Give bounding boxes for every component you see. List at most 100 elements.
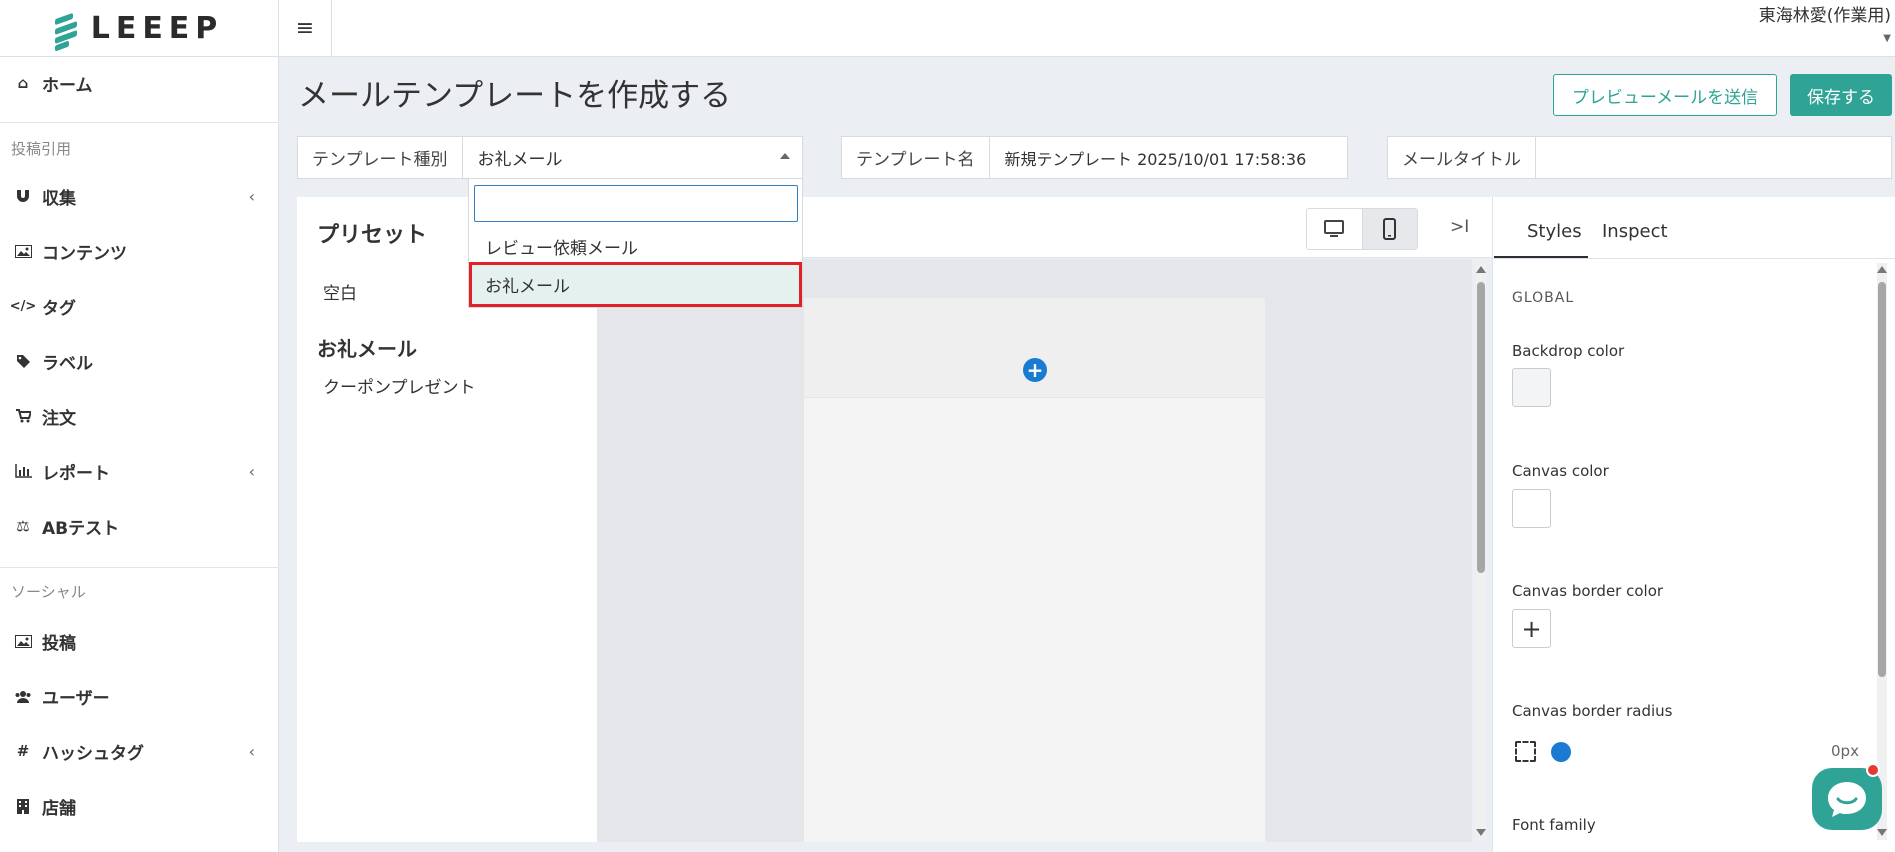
mobile-view-button[interactable]	[1361, 209, 1417, 249]
tag-icon	[12, 354, 34, 369]
image-icon	[12, 634, 34, 648]
template-name-label: テンプレート名	[842, 137, 990, 178]
template-name-input[interactable]: 新規テンプレート 2025/10/01 17:58:36	[990, 137, 1348, 178]
tab-inspect[interactable]: Inspect	[1602, 221, 1668, 242]
user-menu-caret-icon[interactable]: ▼	[1883, 33, 1891, 44]
sidebar-item-label: コンテンツ	[42, 243, 127, 264]
sidebar-item-label: 店舗	[42, 798, 76, 819]
sidebar-item-label: 収集	[42, 188, 76, 209]
mail-title-field: メールタイトル	[1387, 136, 1892, 179]
backdrop-color-swatch[interactable]	[1512, 368, 1551, 407]
mail-title-label: メールタイトル	[1388, 137, 1536, 178]
logo-text: LEEEP	[90, 11, 224, 46]
sidebar-item-label: 注文	[42, 408, 76, 429]
bar-chart-icon	[12, 464, 34, 478]
home-icon: ⌂	[17, 74, 29, 92]
building-icon	[12, 798, 34, 814]
sidebar-item-home[interactable]: ⌂ ホーム	[0, 63, 279, 103]
page-title: メールテンプレートを作成する	[298, 78, 732, 114]
cart-icon	[12, 409, 34, 423]
template-type-label: テンプレート種別	[298, 137, 463, 178]
sidebar-item-users[interactable]: ユーザー	[0, 676, 279, 716]
canvas-color-swatch[interactable]	[1512, 489, 1551, 528]
dropdown-option-thanks[interactable]: お礼メール	[469, 262, 802, 307]
device-toggle	[1306, 208, 1418, 250]
users-icon	[12, 690, 34, 703]
scroll-up-icon[interactable]	[1476, 266, 1486, 273]
global-section-label: GLOBAL	[1512, 290, 1575, 306]
template-type-field: テンプレート種別 お礼メール	[297, 136, 803, 179]
chevron-left-icon: ‹	[248, 461, 255, 481]
scroll-down-icon[interactable]	[1877, 829, 1887, 836]
scroll-down-icon[interactable]	[1476, 829, 1486, 836]
logo[interactable]: LEEEP	[0, 0, 279, 57]
dropdown-option-review[interactable]: レビュー依頼メール	[469, 226, 802, 266]
template-type-dropdown: レビュー依頼メール お礼メール	[468, 178, 803, 308]
tab-styles[interactable]: Styles	[1527, 221, 1582, 242]
logo-mark-icon	[54, 10, 81, 52]
add-border-color-button[interactable]: +	[1512, 609, 1551, 648]
caret-up-icon[interactable]	[780, 153, 790, 159]
sidebar-item-orders[interactable]: 注文	[0, 396, 279, 436]
backdrop-color-label: Backdrop color	[1512, 342, 1625, 360]
scroll-up-icon[interactable]	[1877, 266, 1887, 273]
canvas-border-color-label: Canvas border color	[1512, 582, 1664, 600]
mail-title-input[interactable]	[1536, 137, 1891, 178]
balance-scale-icon: ⚖	[16, 517, 30, 535]
top-bar: LEEEP ≡ 東海林愛(作業用) ▼	[0, 0, 1895, 57]
preset-item-coupon[interactable]: クーポンプレゼント	[323, 373, 476, 398]
desktop-view-button[interactable]	[1307, 209, 1362, 249]
border-radius-slider[interactable]	[1560, 751, 1796, 753]
border-radius-slider-knob[interactable]	[1551, 742, 1571, 762]
sidebar-item-label: レポート	[42, 463, 110, 484]
font-family-label: Font family	[1512, 816, 1596, 834]
sidebar-item-label: タグ	[42, 298, 76, 319]
sidebar-item-ab-test[interactable]: ⚖ ABテスト	[0, 506, 279, 546]
sidebar-item-label: 投稿	[42, 633, 76, 654]
send-preview-mail-button[interactable]: プレビューメールを送信	[1553, 74, 1777, 116]
tabs-divider	[1492, 258, 1895, 259]
sidebar-item-posts[interactable]: 投稿	[0, 621, 279, 661]
code-icon: </>	[9, 298, 37, 314]
user-name[interactable]: 東海林愛(作業用)	[1759, 1, 1891, 26]
sidebar-divider	[0, 567, 279, 568]
sidebar-item-label: ハッシュタグ	[42, 743, 144, 764]
sidebar-item-hashtags[interactable]: # ハッシュタグ ‹	[0, 731, 279, 771]
sidebar-item-label: ホーム	[42, 75, 93, 96]
sidebar-item-tag[interactable]: </> タグ	[0, 286, 279, 326]
preset-item-blank[interactable]: 空白	[323, 279, 357, 304]
sidebar-section-posting: 投稿引用	[11, 140, 72, 158]
save-button[interactable]: 保存する	[1790, 74, 1892, 116]
notification-dot	[1866, 763, 1880, 777]
styles-scroll-thumb[interactable]	[1878, 282, 1886, 677]
canvas-border-radius-label: Canvas border radius	[1512, 702, 1673, 720]
sidebar-divider	[0, 122, 279, 123]
hamburger-menu-icon[interactable]: ≡	[279, 0, 332, 57]
template-name-field: テンプレート名 新規テンプレート 2025/10/01 17:58:36	[841, 136, 1348, 179]
chevron-left-icon: ‹	[248, 186, 255, 206]
sidebar-section-social: ソーシャル	[11, 583, 86, 601]
sidebar-item-collect[interactable]: 収集 ‹	[0, 176, 279, 216]
magnet-icon	[12, 189, 34, 203]
sidebar-item-reports[interactable]: レポート ‹	[0, 451, 279, 491]
chat-support-button[interactable]	[1812, 768, 1882, 830]
empty-block[interactable]	[804, 298, 1265, 398]
collapse-panel-button[interactable]: >I	[1450, 217, 1469, 237]
sidebar-item-label: ラベル	[42, 353, 93, 374]
dropdown-search-input[interactable]	[474, 185, 798, 222]
sidebar-item-stores[interactable]: 店舗	[0, 786, 279, 826]
mobile-icon	[1383, 218, 1397, 240]
active-tab-indicator	[1494, 256, 1588, 258]
preset-group-title: お礼メール	[317, 337, 417, 361]
canvas-scroll-thumb[interactable]	[1477, 282, 1485, 573]
sidebar-item-label-menu[interactable]: ラベル	[0, 341, 279, 381]
sidebar-item-label: ユーザー	[42, 688, 110, 709]
desktop-icon	[1324, 220, 1345, 237]
sidebar-item-contents[interactable]: コンテンツ	[0, 231, 279, 271]
chat-icon	[1828, 782, 1866, 817]
add-block-icon[interactable]: +	[1023, 358, 1047, 382]
template-type-select[interactable]: お礼メール	[463, 137, 803, 178]
sidebar-item-label: ABテスト	[42, 518, 120, 539]
hashtag-icon: #	[16, 742, 30, 760]
border-radius-value: 0px	[1831, 742, 1859, 760]
